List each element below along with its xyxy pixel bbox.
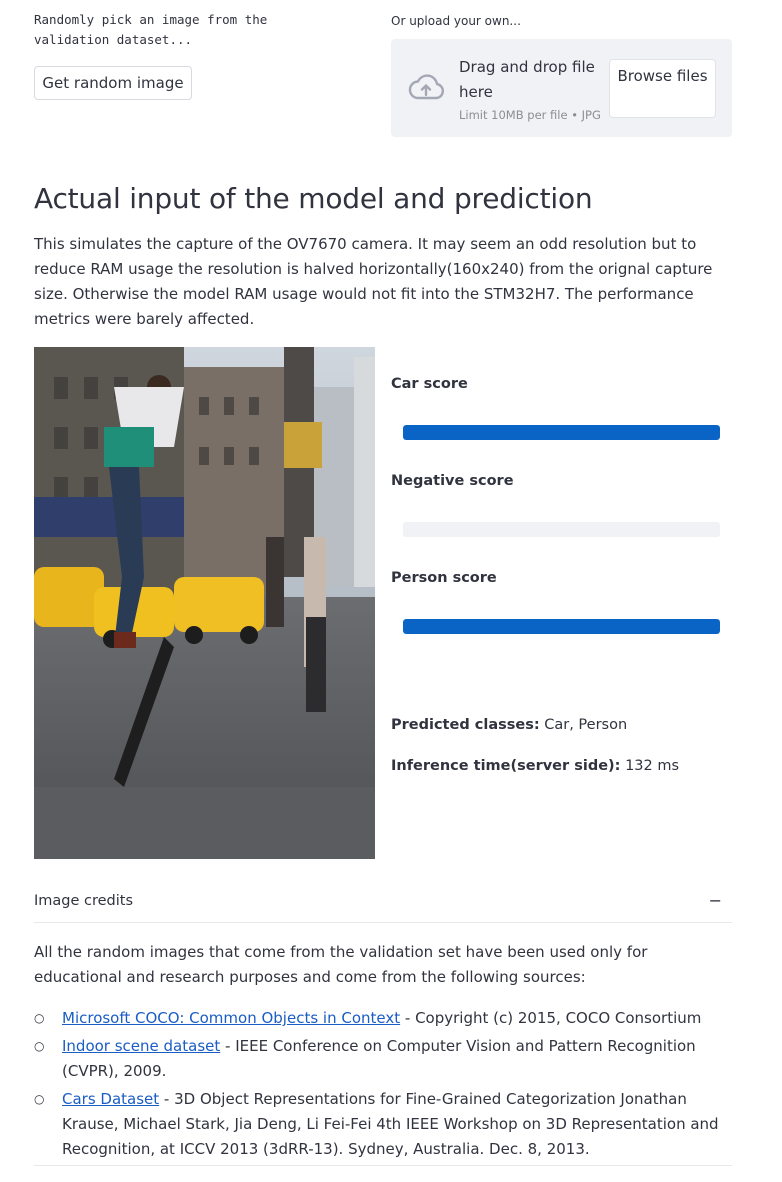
section-intro: This simulates the capture of the OV7670… [34, 235, 713, 328]
score-label-person: Person score [391, 570, 497, 586]
score-label-car: Car score [391, 376, 468, 392]
list-item-text: - Copyright (c) 2015, COCO Consortium [400, 1009, 702, 1027]
cars-dataset-link[interactable]: Cars Dataset [62, 1090, 159, 1108]
section-title: Actual input of the model and prediction [34, 182, 593, 215]
drop-instructions: Drag and drop file here [459, 58, 595, 101]
person-score-bar [403, 619, 720, 634]
predicted-classes-value: Car, Person [539, 717, 628, 733]
file-dropzone[interactable]: Drag and drop file here Limit 10MB per f… [391, 39, 732, 137]
divider [34, 1165, 732, 1166]
indoor-scene-link[interactable]: Indoor scene dataset [62, 1037, 220, 1055]
browse-files-button[interactable]: Browse files [609, 59, 716, 118]
get-random-image-button[interactable]: Get random image [34, 66, 192, 100]
predicted-classes: Predicted classes: Car, Person [391, 717, 627, 733]
list-item: Indoor scene dataset - IEEE Conference o… [34, 1034, 734, 1084]
image-credits-expander[interactable]: Image credits − [34, 883, 732, 923]
inference-time-label: Inference time(server side): [391, 758, 621, 774]
random-description: Randomly pick an image from the validati… [34, 12, 268, 47]
inference-time: Inference time(server side): 132 ms [391, 758, 679, 774]
person-score-fill [403, 619, 720, 634]
upload-limit-text: Limit 10MB per file • JPG [459, 108, 601, 122]
upload-label: Or upload your own... [391, 14, 521, 28]
list-item: Microsoft COCO: Common Objects in Contex… [34, 1006, 734, 1031]
car-score-bar [403, 425, 720, 440]
list-item: Cars Dataset - 3D Object Representations… [34, 1087, 734, 1162]
inference-time-value: 132 ms [620, 758, 680, 774]
negative-score-bar [403, 522, 720, 537]
image-credits-title: Image credits [34, 893, 134, 909]
list-item-text: - 3D Object Representations for Fine-Gra… [62, 1090, 719, 1158]
score-label-negative: Negative score [391, 473, 514, 489]
predicted-classes-label: Predicted classes: [391, 717, 540, 733]
model-input-image [34, 347, 375, 859]
collapse-icon[interactable]: − [709, 891, 722, 910]
coco-link[interactable]: Microsoft COCO: Common Objects in Contex… [62, 1009, 400, 1027]
cloud-upload-icon [407, 73, 445, 101]
car-score-fill [403, 425, 720, 440]
credits-description: All the random images that come from the… [34, 943, 648, 986]
credits-list: Microsoft COCO: Common Objects in Contex… [34, 1006, 734, 1165]
